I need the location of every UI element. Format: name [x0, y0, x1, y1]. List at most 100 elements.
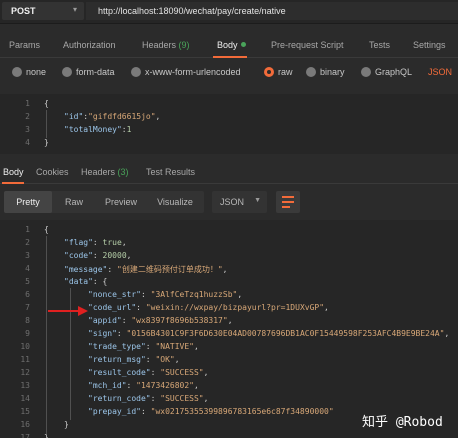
- code-line: "return_code": "SUCCESS",: [88, 394, 209, 403]
- json-key: "code_url": [88, 303, 137, 312]
- radio-binary[interactable]: [306, 67, 316, 77]
- radio-raw[interactable]: [264, 67, 274, 77]
- option-label: none: [26, 67, 47, 77]
- view-raw-button[interactable]: Raw: [52, 191, 96, 213]
- request-body-editor[interactable]: 1 2 3 4 { "id":"gifdfd6615jo", "totalMon…: [0, 94, 458, 154]
- body-type-selector: none form-data x-www-form-urlencoded raw…: [0, 62, 458, 84]
- line-number: 4: [25, 138, 30, 147]
- tab-label: Params: [9, 40, 41, 50]
- json-value: {: [102, 277, 108, 286]
- json-value: "gifdfd6615jo": [88, 112, 156, 121]
- response-view-toolbar: Pretty Raw Preview Visualize JSON ▼: [0, 188, 458, 216]
- view-pretty-button[interactable]: Pretty: [4, 191, 52, 213]
- option-label: form-data: [76, 67, 115, 77]
- tab-pre-request-script[interactable]: Pre-request Script: [271, 40, 344, 50]
- line-number: 17: [20, 433, 30, 438]
- tab-label: Test Results: [146, 167, 196, 177]
- response-format-select[interactable]: JSON ▼: [212, 191, 267, 213]
- code-token: {: [44, 99, 49, 108]
- view-preview-button[interactable]: Preview: [96, 191, 146, 213]
- code-line: "id":"gifdfd6615jo",: [64, 112, 160, 121]
- tab-label: Settings: [413, 40, 446, 50]
- radio-none[interactable]: [12, 67, 22, 77]
- code-line: "nonce_str": "3AlfCeTzq1huzzSb",: [88, 290, 243, 299]
- tab-label: Tests: [369, 40, 391, 50]
- line-number: 14: [20, 394, 30, 403]
- radio-graphql[interactable]: [361, 67, 371, 77]
- wrap-lines-icon[interactable]: [276, 191, 300, 213]
- response-tab-headers[interactable]: Headers (3): [81, 167, 129, 177]
- radio-x-www-form-urlencoded[interactable]: [131, 67, 141, 77]
- json-key: "trade_type": [88, 342, 146, 351]
- json-key: "mch_id": [88, 381, 127, 390]
- option-label: GraphQL: [375, 67, 413, 77]
- json-key: "flag": [64, 238, 93, 247]
- watermark: 知乎 @Robod: [362, 415, 443, 430]
- code-line: "mch_id": "1473426802",: [88, 381, 199, 390]
- json-value: "1473426802": [136, 381, 194, 390]
- headers-count-badge: (9): [178, 40, 190, 50]
- response-body-viewer[interactable]: 1 2 3 4 5 6 7 8 9 10 11 12 13 14 15 16 1…: [0, 220, 458, 438]
- response-tab-body[interactable]: Body: [3, 167, 24, 177]
- indent-guide: [46, 236, 47, 434]
- radio-form-data[interactable]: [62, 67, 72, 77]
- line-number: 9: [25, 329, 30, 338]
- method-select[interactable]: POST ▾: [2, 2, 84, 20]
- active-tab-underline: [213, 56, 247, 58]
- active-tab-underline: [2, 182, 24, 184]
- json-value: "创建二维码预付订单成功！": [117, 265, 223, 274]
- line-number: 11: [20, 355, 30, 364]
- tab-label: Headers: [142, 40, 177, 50]
- tab-label: Body: [217, 40, 238, 50]
- json-value: true: [102, 238, 122, 247]
- format-label: JSON: [220, 197, 245, 207]
- response-tab-cookies[interactable]: Cookies: [36, 167, 69, 177]
- url-input[interactable]: http://localhost:18090/wechat/pay/create…: [86, 2, 458, 20]
- tab-authorization[interactable]: Authorization: [63, 40, 116, 50]
- code-line: "message": "创建二维码预付订单成功！",: [64, 265, 228, 274]
- tab-headers[interactable]: Headers (9): [142, 40, 190, 50]
- body-format-select[interactable]: JSON: [428, 67, 452, 77]
- json-key: "sign": [88, 329, 117, 338]
- json-value: "wx02175355399896783165e6c87f34890000": [150, 407, 334, 416]
- indent-guide: [46, 110, 47, 138]
- line-number: 10: [20, 342, 30, 351]
- line-number: 12: [20, 368, 30, 377]
- line-number: 3: [25, 251, 30, 260]
- line-number: 1: [25, 225, 30, 234]
- json-key: "id": [64, 112, 84, 121]
- view-visualize-button[interactable]: Visualize: [146, 191, 204, 213]
- tab-body[interactable]: Body: [217, 40, 246, 50]
- tab-settings[interactable]: Settings: [413, 40, 446, 50]
- json-key: "code": [64, 251, 93, 260]
- tab-label: Body: [3, 167, 24, 177]
- chevron-down-icon: ▼: [254, 197, 261, 204]
- code-line: "appid": "wx8397f8696b538317",: [88, 316, 233, 325]
- line-number: 7: [25, 303, 30, 312]
- json-key: "appid": [88, 316, 122, 325]
- json-value: "NATIVE": [155, 342, 194, 351]
- tab-label: Pre-request Script: [271, 40, 344, 50]
- code-token: {: [44, 225, 49, 234]
- wrap-icon-bar: [282, 196, 294, 198]
- method-label: POST: [11, 6, 36, 16]
- code-line: "totalMoney":1: [64, 125, 131, 134]
- line-number: 8: [25, 316, 30, 325]
- tab-tests[interactable]: Tests: [369, 40, 390, 50]
- code-token: }: [44, 433, 49, 438]
- line-number: 13: [20, 381, 30, 390]
- tab-label: Headers: [81, 167, 116, 177]
- line-number: 4: [25, 264, 30, 273]
- tab-label: Cookies: [36, 167, 69, 177]
- code-line: "code": 20000,: [64, 251, 132, 260]
- line-number: 15: [20, 407, 30, 416]
- code-token: }: [44, 138, 49, 147]
- option-label: raw: [278, 67, 293, 77]
- line-number: 2: [25, 238, 30, 247]
- view-mode-group: Pretty Raw Preview Visualize: [4, 191, 204, 213]
- line-number: 5: [25, 277, 30, 286]
- code-token: }: [64, 420, 69, 429]
- tab-params[interactable]: Params: [9, 40, 40, 50]
- tab-label: Authorization: [63, 40, 116, 50]
- response-tab-test-results[interactable]: Test Results: [146, 167, 195, 177]
